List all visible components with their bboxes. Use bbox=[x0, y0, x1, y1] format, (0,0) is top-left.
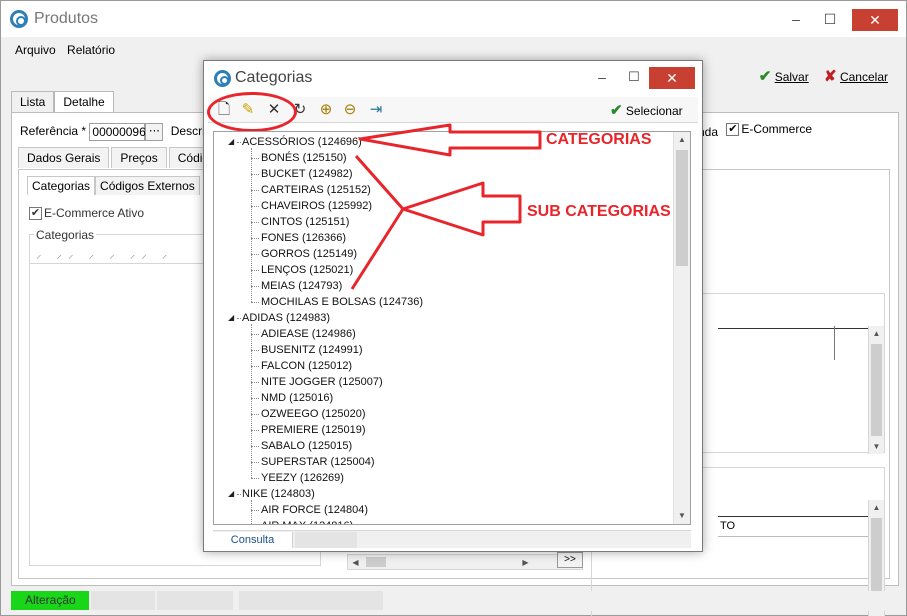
reference-row: Referência * 00000096 ⋯ Descriç bbox=[20, 123, 211, 143]
tree-subcategory-node[interactable]: FONES (126366) bbox=[261, 230, 346, 246]
tree-subcategory-node[interactable]: PREMIERE (125019) bbox=[261, 422, 366, 438]
zoom-out-icon[interactable]: ⊖ bbox=[340, 100, 360, 120]
reference-lookup-button[interactable]: ⋯ bbox=[145, 123, 164, 141]
zoom-in-icon[interactable]: ⊕ bbox=[316, 100, 336, 120]
annotation-categorias: CATEGORIAS bbox=[546, 131, 652, 148]
ecommerce-checkbox[interactable]: ✔ E-Commerce bbox=[726, 122, 812, 137]
status-cell-4 bbox=[239, 591, 383, 610]
scroll-up-icon[interactable]: ▲ bbox=[869, 326, 884, 341]
tree-subcategory-node[interactable]: AIR FORCE (124804) bbox=[261, 502, 368, 518]
horizontal-scrollbar[interactable]: ◀ ▶ bbox=[347, 554, 583, 570]
window-titlebar: Produtos – ☐ ✕ bbox=[1, 1, 906, 37]
tree-subcategory-node[interactable]: GORROS (125149) bbox=[261, 246, 357, 262]
scroll-thumb[interactable] bbox=[676, 150, 688, 266]
tree-subcategory-node[interactable]: AIR MAX (124816) bbox=[261, 518, 353, 524]
status-cell-5 bbox=[387, 591, 897, 610]
scroll-left-icon[interactable]: ◀ bbox=[348, 555, 363, 570]
move-right-button[interactable]: >> bbox=[557, 552, 583, 568]
main-tabs: Lista Detalhe bbox=[11, 91, 114, 113]
scroll-up-icon[interactable]: ▲ bbox=[869, 500, 884, 515]
form-actions: ✔ Salvar ✘ Cancelar bbox=[747, 67, 888, 85]
tab-categorias[interactable]: Categorias bbox=[27, 176, 96, 195]
status-cell-3 bbox=[157, 591, 233, 610]
status-cell-2 bbox=[91, 591, 155, 610]
scroll-down-icon[interactable]: ▼ bbox=[674, 508, 690, 524]
dialog-minimize-button[interactable]: – bbox=[592, 69, 612, 85]
check-icon: ✔ bbox=[610, 102, 623, 119]
tree-subcategory-node[interactable]: NITE JOGGER (125007) bbox=[261, 374, 383, 390]
checkbox-checked-icon: ✔ bbox=[726, 123, 740, 137]
tab-lista[interactable]: Lista bbox=[11, 91, 55, 112]
dialog-status-mode: Consulta bbox=[213, 532, 293, 548]
menu-arquivo[interactable]: Arquivo bbox=[15, 43, 56, 57]
tree-subcategory-node[interactable]: BONÉS (125150) bbox=[261, 150, 347, 166]
app-icon bbox=[214, 70, 231, 87]
category-tree[interactable]: ◢ ACESSÓRIOS (124696) BONÉS (125150) BUCKET… bbox=[213, 131, 691, 525]
exit-icon[interactable]: ⇥ bbox=[366, 100, 386, 120]
tree-subcategory-node[interactable]: CHAVEIROS (125992) bbox=[261, 198, 372, 214]
window-title: Produtos bbox=[34, 10, 99, 27]
tab-precos[interactable]: Preços bbox=[111, 147, 167, 168]
close-button[interactable]: ✕ bbox=[852, 9, 898, 31]
tree-subcategory-node[interactable]: CARTEIRAS (125152) bbox=[261, 182, 371, 198]
dialog-maximize-button[interactable]: ☐ bbox=[624, 69, 644, 85]
check-icon: ✔ bbox=[758, 68, 772, 85]
dialog-close-button[interactable]: ✕ bbox=[649, 67, 695, 89]
tab-dados-gerais[interactable]: Dados Gerais bbox=[18, 147, 110, 168]
tree-subcategory-node[interactable]: BUSENITZ (124991) bbox=[261, 342, 362, 358]
categorias-toolbar-icons: ⸝ ⸝⸝ ⸝ ⸝ ⸝⸝ ⸝ bbox=[36, 249, 174, 261]
checkbox-checked-icon: ✔ bbox=[29, 207, 42, 221]
tab-codigos-externos[interactable]: Códigos Externos bbox=[95, 176, 200, 195]
statusbar: Alteração bbox=[11, 591, 899, 611]
annotation-ellipse bbox=[207, 92, 297, 132]
tree-subcategory-node[interactable]: SUPERSTAR (125004) bbox=[261, 454, 375, 470]
tree-category-node[interactable]: ACESSÓRIOS (124696) bbox=[242, 134, 362, 150]
tree-subcategory-node[interactable]: MOCHILAS E BOLSAS (124736) bbox=[261, 294, 423, 310]
tree-subcategory-node[interactable]: SABALO (125015) bbox=[261, 438, 352, 454]
reference-input[interactable]: 00000096 bbox=[89, 123, 146, 141]
menubar: Arquivo Relatório bbox=[15, 43, 123, 59]
tree-category-node[interactable]: ADIDAS (124983) bbox=[242, 310, 330, 326]
reference-label: Referência * bbox=[20, 124, 87, 139]
tree-subcategory-node[interactable]: LENÇOS (125021) bbox=[261, 262, 353, 278]
tree-subcategory-node[interactable]: BUCKET (124982) bbox=[261, 166, 353, 182]
tree-category-node[interactable]: NIKE (124803) bbox=[242, 486, 315, 502]
tree-subcategory-node[interactable]: NMD (125016) bbox=[261, 390, 333, 406]
categorias-group-label: Categorias bbox=[34, 228, 97, 242]
scroll-up-icon[interactable]: ▲ bbox=[674, 132, 690, 148]
tree-body: ◢ ACESSÓRIOS (124696) BONÉS (125150) BUCKET… bbox=[214, 132, 674, 524]
tree-subcategory-node[interactable]: OZWEEGO (125020) bbox=[261, 406, 366, 422]
inner-tabs: Categorias Códigos Externos bbox=[27, 176, 200, 195]
dialog-status-cell bbox=[295, 532, 357, 548]
cancel-icon: ✘ bbox=[824, 68, 837, 85]
status-mode: Alteração bbox=[11, 591, 89, 610]
right-grid-2-cell: TO bbox=[720, 520, 736, 532]
tree-subcategory-node[interactable]: ADIEASE (124986) bbox=[261, 326, 356, 342]
select-button[interactable]: ✔ Selecionar bbox=[610, 101, 683, 119]
right-grid-1-scrollbar[interactable]: ▲ ▼ bbox=[868, 326, 884, 454]
menu-relatorio[interactable]: Relatório bbox=[67, 43, 115, 57]
cancel-button[interactable]: ✘ Cancelar bbox=[824, 68, 888, 85]
dialog-title: Categorias bbox=[235, 69, 313, 86]
scroll-down-icon[interactable]: ▼ bbox=[869, 439, 884, 454]
save-button[interactable]: ✔ Salvar bbox=[758, 68, 809, 85]
tree-subcategory-node[interactable]: FALCON (125012) bbox=[261, 358, 352, 374]
tree-subcategory-node[interactable]: YEEZY (126269) bbox=[261, 470, 344, 486]
app-icon bbox=[10, 10, 28, 28]
dialog-titlebar: Categorias – ☐ ✕ bbox=[204, 61, 702, 95]
maximize-button[interactable]: ☐ bbox=[819, 9, 841, 29]
minimize-button[interactable]: – bbox=[785, 9, 807, 29]
annotation-sub-categorias: SUB CATEGORIAS bbox=[527, 203, 671, 220]
tree-subcategory-node[interactable]: MEIAS (124793) bbox=[261, 278, 342, 294]
tree-subcategory-node[interactable]: CINTOS (125151) bbox=[261, 214, 349, 230]
tab-detalhe[interactable]: Detalhe bbox=[54, 91, 114, 112]
tree-scrollbar[interactable]: ▲ ▼ bbox=[673, 132, 690, 524]
dialog-statusbar: Consulta bbox=[213, 530, 691, 548]
scroll-right-icon[interactable]: ▶ bbox=[518, 555, 533, 570]
ecommerce-ativo-checkbox[interactable]: ✔ E-Commerce Ativo bbox=[29, 206, 144, 221]
